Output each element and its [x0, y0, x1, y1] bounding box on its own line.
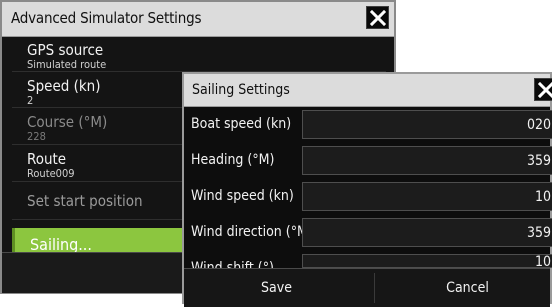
wind-direction-input[interactable]: 359 [302, 218, 552, 247]
dialog-button-bar: Save Cancel [184, 268, 550, 307]
close-button[interactable] [366, 6, 389, 29]
heading-input[interactable]: 359 [302, 146, 552, 175]
field-label: Boat speed (kn) [191, 116, 292, 132]
field-wind-shift: Wind shift (°) 10 [184, 251, 552, 276]
field-wind-direction: Wind direction (°M) 359 [184, 215, 552, 251]
field-value: 020 [526, 117, 551, 133]
dialog-titlebar: Sailing Settings [184, 74, 552, 107]
field-label: Wind speed (kn) [191, 188, 294, 204]
close-icon [538, 82, 552, 98]
dialog-title: Sailing Settings [192, 82, 290, 98]
save-button[interactable]: Save [184, 269, 369, 307]
dialog-title: Advanced Simulator Settings [11, 9, 202, 27]
field-label: Heading (°M) [191, 152, 275, 168]
field-value: 359 [526, 153, 551, 169]
field-value: 10 [534, 189, 551, 205]
sailing-settings-dialog: Sailing Settings Boat speed (kn) 020 Hea… [182, 72, 552, 307]
boat-speed-input[interactable]: 020 [302, 110, 552, 139]
wind-speed-input[interactable]: 10 [302, 182, 552, 211]
wind-shift-input[interactable]: 10 [302, 254, 552, 270]
field-label: Wind direction (°M) [191, 224, 313, 240]
cancel-button[interactable]: Cancel [375, 269, 552, 307]
menu-item-label: GPS source [27, 41, 104, 59]
menu-item-gps-source[interactable]: GPS source Simulated route [12, 36, 386, 72]
dialog-titlebar: Advanced Simulator Settings [2, 2, 394, 37]
menu-item-value: Simulated route [27, 58, 107, 71]
close-icon [370, 10, 386, 26]
field-heading: Heading (°M) 359 [184, 143, 552, 179]
field-wind-speed: Wind speed (kn) 10 [184, 179, 552, 215]
close-button[interactable] [534, 78, 552, 101]
field-value: 359 [526, 225, 551, 241]
field-boat-speed: Boat speed (kn) 020 [184, 107, 552, 143]
